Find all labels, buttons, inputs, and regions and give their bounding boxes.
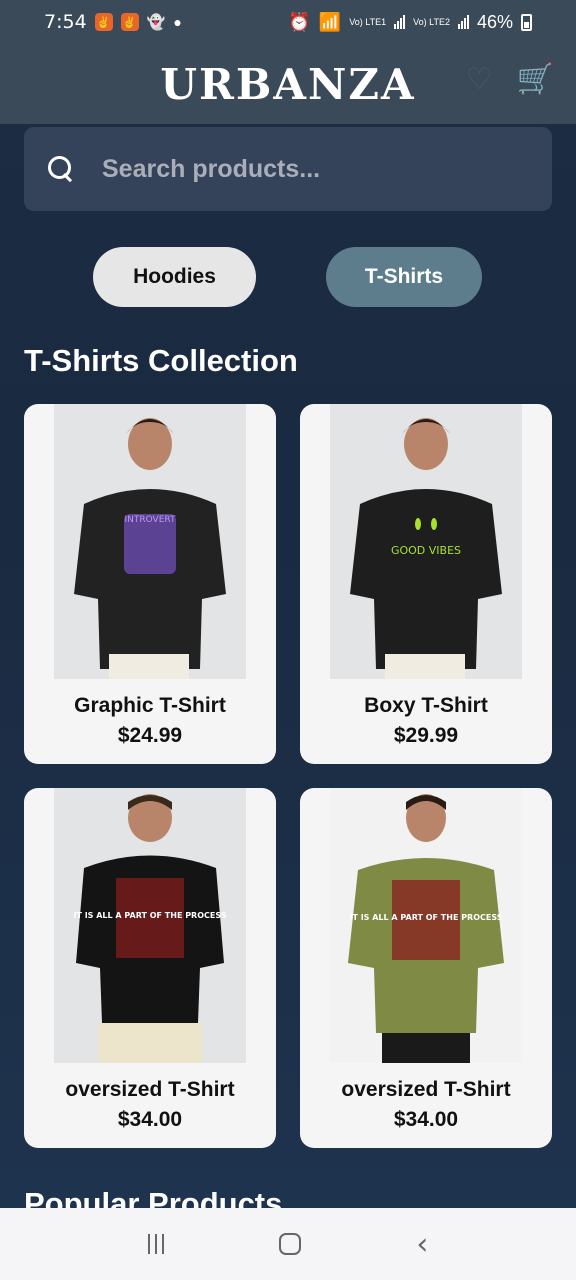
wifi-icon: 📶 bbox=[318, 11, 342, 32]
header-icons: ♡ 🛒 bbox=[466, 62, 554, 97]
product-name: Graphic T-Shirt bbox=[74, 694, 226, 717]
home-icon[interactable] bbox=[278, 1233, 301, 1255]
product-name: oversized T-Shirt bbox=[65, 1078, 235, 1101]
tab-hoodies[interactable]: Hoodies bbox=[93, 247, 256, 307]
search-icon bbox=[46, 154, 76, 184]
product-card[interactable]: IT IS ALL A PART OF THE PROCESS oversize… bbox=[300, 788, 552, 1148]
status-time: 7:54 bbox=[44, 11, 87, 33]
product-price: $34.00 bbox=[393, 1108, 459, 1131]
lte2-label: Vo) LTE2 bbox=[413, 16, 450, 27]
print-text: GOOD VIBES bbox=[391, 544, 461, 557]
product-price: $24.99 bbox=[117, 724, 183, 747]
snapchat-icon: 👻 bbox=[146, 14, 166, 31]
heart-icon[interactable]: ♡ bbox=[466, 62, 493, 97]
recent-apps-icon[interactable] bbox=[147, 1234, 164, 1254]
product-card[interactable]: IT IS ALL A PART OF THE PROCESS oversize… bbox=[24, 788, 276, 1148]
cart-icon[interactable]: 🛒 bbox=[517, 62, 554, 97]
product-card[interactable]: GOOD VIBES Boxy T-Shirt $29.99 bbox=[300, 404, 552, 764]
product-card[interactable]: INTROVERT Graphic T-Shirt $24.99 bbox=[24, 404, 276, 764]
search-bar bbox=[24, 127, 552, 211]
tab-tshirts[interactable]: T-Shirts bbox=[326, 247, 482, 307]
print-text: IT IS ALL A PART OF THE PROCESS bbox=[349, 913, 502, 922]
product-image: IT IS ALL A PART OF THE PROCESS bbox=[54, 788, 246, 1063]
alarm-icon: ⏰ bbox=[288, 11, 311, 32]
app-badge-icon: ✌ bbox=[120, 13, 139, 31]
print-text: IT IS ALL A PART OF THE PROCESS bbox=[73, 911, 226, 920]
dot-icon: ● bbox=[173, 14, 182, 30]
battery-icon bbox=[521, 13, 532, 31]
app-header: URBANZA ♡ 🛒 bbox=[0, 44, 576, 124]
product-image: IT IS ALL A PART OF THE PROCESS bbox=[330, 788, 522, 1063]
app-badge-icon: ✌ bbox=[94, 13, 113, 31]
system-navbar: ‹ bbox=[0, 1208, 576, 1280]
status-left: 7:54 ✌ ✌ 👻 ● bbox=[44, 11, 182, 33]
product-name: oversized T-Shirt bbox=[341, 1078, 511, 1101]
product-price: $29.99 bbox=[393, 724, 459, 747]
product-image: GOOD VIBES bbox=[330, 404, 522, 679]
signal-icon bbox=[457, 15, 469, 29]
status-bar: 7:54 ✌ ✌ 👻 ● ⏰ 📶 Vo) LTE1 Vo) LTE2 46% bbox=[0, 0, 576, 44]
product-price: $34.00 bbox=[117, 1108, 183, 1131]
status-right: ⏰ 📶 Vo) LTE1 Vo) LTE2 46% bbox=[288, 12, 532, 33]
battery-percent: 46% bbox=[476, 11, 513, 32]
product-name: Boxy T-Shirt bbox=[364, 694, 488, 717]
lte1-label: Vo) LTE1 bbox=[349, 16, 387, 27]
signal-icon bbox=[394, 15, 406, 29]
search-input[interactable] bbox=[102, 154, 502, 184]
print-text: INTROVERT bbox=[124, 515, 176, 525]
back-icon[interactable]: ‹ bbox=[416, 1227, 428, 1262]
section-title: T-Shirts Collection bbox=[24, 343, 298, 378]
product-image: INTROVERT bbox=[54, 404, 246, 679]
brand-logo: URBANZA bbox=[160, 59, 416, 109]
